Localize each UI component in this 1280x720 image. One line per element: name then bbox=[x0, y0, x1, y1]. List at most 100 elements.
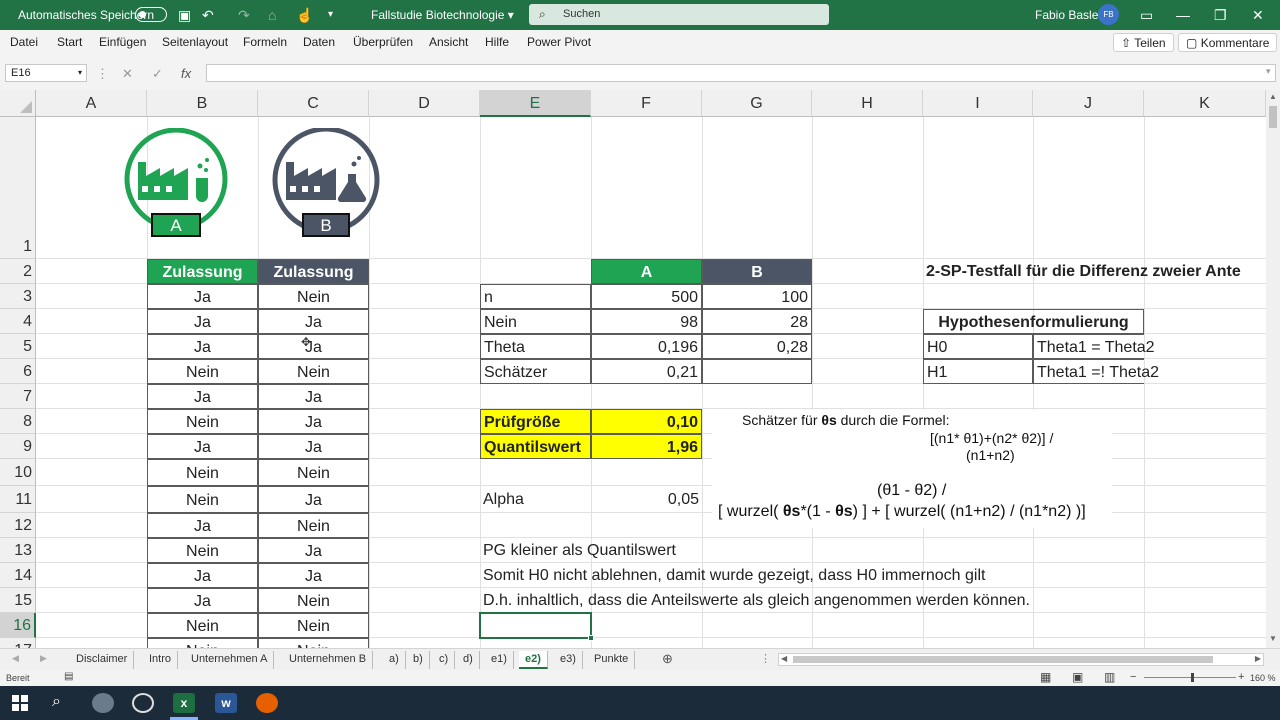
confirm-icon[interactable]: ✓ bbox=[152, 66, 163, 82]
horizontal-scrollbar[interactable]: ◀ ▶ bbox=[778, 653, 1264, 666]
zulassung-cell-b-6[interactable]: Nein bbox=[147, 359, 258, 384]
h0-value[interactable]: Theta1 = Theta2 bbox=[1033, 334, 1155, 359]
pruefgroesse-value[interactable]: 0,10 bbox=[591, 409, 702, 434]
quantilswert-label[interactable]: Quantilswert bbox=[480, 434, 591, 459]
column-header-a[interactable]: A bbox=[36, 90, 147, 117]
stats-label-nein[interactable]: Nein bbox=[480, 309, 591, 334]
add-sheet-icon[interactable]: ⊕ bbox=[662, 651, 673, 667]
row-header-7[interactable]: 7 bbox=[0, 384, 36, 409]
sheet-tab-11[interactable]: Punkte bbox=[588, 651, 636, 669]
sheet-tab-1[interactable]: Intro bbox=[143, 651, 179, 669]
zulassung-cell-c-9[interactable]: Ja bbox=[258, 434, 369, 459]
zulassung-cell-b-4[interactable]: Ja bbox=[147, 309, 258, 334]
column-header-j[interactable]: J bbox=[1033, 90, 1144, 117]
column-header-g[interactable]: G bbox=[702, 90, 812, 117]
sheet-tab-0[interactable]: Disclaimer bbox=[70, 651, 135, 669]
sheet-tab-3[interactable]: Unternehmen B bbox=[283, 651, 374, 669]
autosave-toggle[interactable] bbox=[135, 7, 167, 22]
zulassung-header-c[interactable]: Zulassung bbox=[258, 259, 369, 284]
row-header-16[interactable]: 16 bbox=[0, 613, 36, 638]
row-header-15[interactable]: 15 bbox=[0, 588, 36, 613]
zulassung-cell-b-16[interactable]: Nein bbox=[147, 613, 258, 638]
app-icon-1[interactable] bbox=[92, 693, 114, 713]
zulassung-cell-b-5[interactable]: Ja bbox=[147, 334, 258, 359]
insert-function-icon[interactable]: fx bbox=[181, 66, 191, 81]
zulassung-cell-c-6[interactable]: Nein bbox=[258, 359, 369, 384]
stats-value-a-nein[interactable]: 98 bbox=[591, 309, 702, 334]
app-icon-2[interactable] bbox=[132, 693, 154, 713]
menu-daten[interactable]: Daten bbox=[303, 35, 335, 49]
zulassung-cell-c-15[interactable]: Nein bbox=[258, 588, 369, 613]
zulassung-cell-c-8[interactable]: Ja bbox=[258, 409, 369, 434]
macro-record-icon[interactable]: ▤ bbox=[64, 671, 73, 682]
h1-value[interactable]: Theta1 =! Theta2 bbox=[1033, 359, 1159, 384]
test-title[interactable]: 2-SP-Testfall für die Differenz zweier A… bbox=[923, 259, 1241, 284]
zulassung-cell-b-9[interactable]: Ja bbox=[147, 434, 258, 459]
customize-toolbar-icon[interactable]: ▾ bbox=[328, 9, 333, 20]
row-header-12[interactable]: 12 bbox=[0, 513, 36, 538]
stats-label-schaetzer[interactable]: Schätzer bbox=[480, 359, 591, 384]
sheet-tab-2[interactable]: Unternehmen A bbox=[185, 651, 275, 669]
row-header-6[interactable]: 6 bbox=[0, 359, 36, 384]
zulassung-cell-c-3[interactable]: Nein bbox=[258, 284, 369, 309]
zulassung-cell-b-7[interactable]: Ja bbox=[147, 384, 258, 409]
column-header-h[interactable]: H bbox=[812, 90, 923, 117]
zulassung-cell-c-7[interactable]: Ja bbox=[258, 384, 369, 409]
avatar[interactable]: FB bbox=[1098, 4, 1119, 25]
alpha-value[interactable]: 0,05 bbox=[591, 486, 702, 513]
column-header-k[interactable]: K bbox=[1144, 90, 1266, 117]
zulassung-cell-c-14[interactable]: Ja bbox=[258, 563, 369, 588]
menu-einfuegen[interactable]: Einfügen bbox=[99, 35, 146, 49]
zulassung-cell-b-15[interactable]: Ja bbox=[147, 588, 258, 613]
formula-textbox[interactable]: Schätzer für θs durch die Formel: [(n1* … bbox=[712, 410, 1112, 528]
touch-mode-icon[interactable]: ☝ bbox=[296, 7, 313, 24]
row-header-3[interactable]: 3 bbox=[0, 284, 36, 309]
stats-value-b-nein[interactable]: 28 bbox=[702, 309, 812, 334]
zulassung-cell-b-14[interactable]: Ja bbox=[147, 563, 258, 588]
row-header-14[interactable]: 14 bbox=[0, 563, 36, 588]
zulassung-cell-c-11[interactable]: Ja bbox=[258, 486, 369, 513]
normal-view-icon[interactable]: ▦ bbox=[1040, 670, 1051, 684]
minimize-icon[interactable]: — bbox=[1176, 7, 1190, 23]
zulassung-cell-c-4[interactable]: Ja bbox=[258, 309, 369, 334]
row-header-13[interactable]: 13 bbox=[0, 538, 36, 563]
column-header-f[interactable]: F bbox=[591, 90, 702, 117]
zulassung-cell-b-11[interactable]: Nein bbox=[147, 486, 258, 513]
stats-value-b-schaetzer[interactable] bbox=[702, 359, 812, 384]
stats-label-theta[interactable]: Theta bbox=[480, 334, 591, 359]
zulassung-cell-c-12[interactable]: Nein bbox=[258, 513, 369, 538]
row-header-17[interactable]: 17 bbox=[0, 638, 36, 648]
search-box[interactable]: ⌕ Suchen bbox=[529, 4, 829, 25]
zoom-level[interactable]: 160 % bbox=[1250, 673, 1276, 683]
taskbar-search-icon[interactable]: ⌕ bbox=[52, 693, 61, 711]
sheet-tab-5[interactable]: b) bbox=[407, 651, 430, 669]
menu-ueberpruefen[interactable]: Überprüfen bbox=[353, 35, 413, 49]
undo-icon[interactable]: ↶ bbox=[202, 7, 214, 24]
menu-power-pivot[interactable]: Power Pivot bbox=[527, 35, 591, 49]
page-break-icon[interactable]: ▥ bbox=[1104, 670, 1115, 684]
stats-header-a[interactable]: A bbox=[591, 259, 702, 284]
firefox-taskbar-icon[interactable] bbox=[256, 693, 278, 713]
zoom-in-icon[interactable]: + bbox=[1238, 671, 1244, 683]
column-header-d[interactable]: D bbox=[369, 90, 480, 117]
vertical-scrollbar[interactable]: ▲ ▼ bbox=[1266, 90, 1280, 648]
menu-seitenlayout[interactable]: Seitenlayout bbox=[162, 35, 228, 49]
zulassung-cell-b-17[interactable]: Nein bbox=[147, 638, 258, 648]
zulassung-cell-b-12[interactable]: Ja bbox=[147, 513, 258, 538]
h1-label[interactable]: H1 bbox=[923, 359, 1033, 384]
row-header-8[interactable]: 8 bbox=[0, 409, 36, 434]
menu-formeln[interactable]: Formeln bbox=[243, 35, 287, 49]
redo-icon[interactable]: ↷ bbox=[238, 7, 250, 24]
quantilswert-value[interactable]: 1,96 bbox=[591, 434, 702, 459]
conclusion-line-3[interactable]: D.h. inhaltlich, dass die Anteilswerte a… bbox=[480, 588, 1030, 613]
hypothesis-header[interactable]: Hypothesenformulierung bbox=[923, 309, 1144, 334]
h0-label[interactable]: H0 bbox=[923, 334, 1033, 359]
zulassung-cell-b-8[interactable]: Nein bbox=[147, 409, 258, 434]
cancel-icon[interactable]: ✕ bbox=[122, 66, 133, 82]
row-header-1[interactable]: 1 bbox=[0, 117, 36, 259]
column-header-i[interactable]: I bbox=[923, 90, 1033, 117]
zoom-out-icon[interactable]: − bbox=[1130, 671, 1136, 683]
column-header-b[interactable]: B bbox=[147, 90, 258, 117]
sheet-tab-8[interactable]: e1) bbox=[485, 651, 514, 669]
row-header-5[interactable]: 5 bbox=[0, 334, 36, 359]
